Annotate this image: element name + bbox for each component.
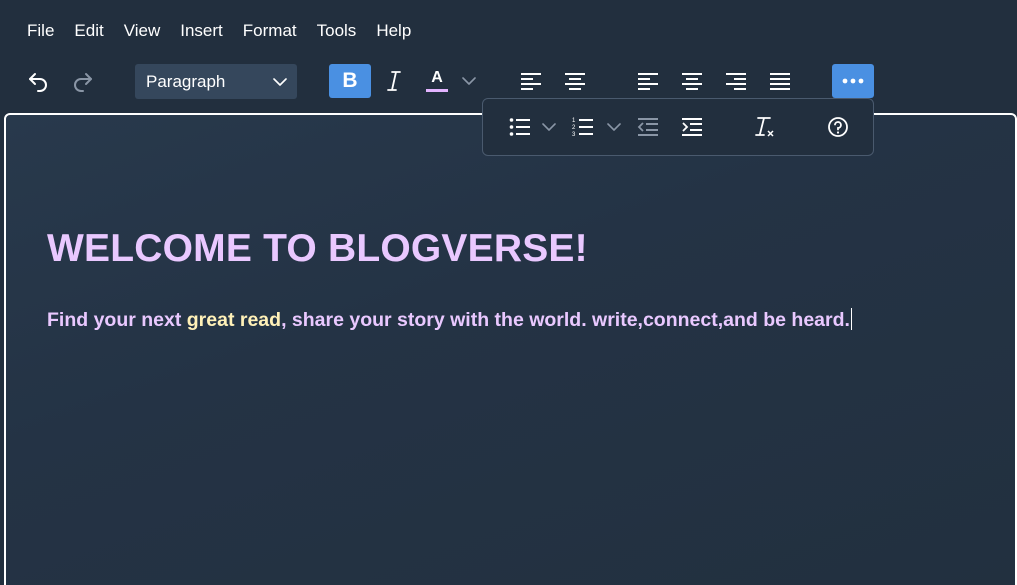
text-color-letter: A: [431, 69, 443, 86]
align-right-button[interactable]: [717, 64, 755, 98]
help-button[interactable]: [819, 110, 857, 144]
align-center-button[interactable]: [556, 64, 594, 98]
indent-icon: [682, 118, 702, 136]
redo-button[interactable]: [64, 64, 102, 98]
align-right-icon: [726, 73, 746, 90]
align-center-icon: [565, 73, 585, 90]
align-justify-icon: [770, 73, 790, 90]
block-format-select[interactable]: Paragraph: [135, 64, 297, 99]
menu-file[interactable]: File: [17, 17, 64, 45]
align-left-icon: [521, 73, 541, 90]
bullet-list-icon: [509, 118, 530, 136]
clear-formatting-icon: [755, 117, 774, 137]
align-left-icon: [638, 73, 658, 90]
text-color-dropdown[interactable]: [460, 64, 478, 98]
align-center-icon: [682, 73, 702, 90]
undo-button[interactable]: [19, 64, 57, 98]
numbered-list-button[interactable]: 1 2 3: [564, 110, 602, 144]
bold-icon: B: [342, 69, 358, 92]
redo-icon: [74, 73, 92, 92]
editor-app: File Edit View Insert Format Tools Help …: [0, 0, 1017, 585]
numbered-list-dropdown[interactable]: [605, 110, 623, 144]
clear-formatting-button[interactable]: [745, 110, 783, 144]
text-color-icon: A: [426, 70, 448, 92]
editor-content[interactable]: WELCOME TO BLOGVERSE! Find your next gre…: [4, 113, 1017, 585]
block-format-value: Paragraph: [146, 71, 226, 91]
content-paragraph: Find your next great read, share your st…: [47, 308, 852, 332]
numbered-list-icon: 1 2 3: [572, 118, 593, 138]
ellipsis-icon: [842, 78, 864, 84]
menu-tools[interactable]: Tools: [307, 17, 367, 45]
more-button[interactable]: [832, 64, 874, 98]
italic-icon: [387, 71, 401, 91]
menubar: File Edit View Insert Format Tools Help: [17, 14, 421, 48]
align-left-button-2[interactable]: [629, 64, 667, 98]
text-caret: [850, 308, 852, 330]
svg-text:1: 1: [572, 118, 576, 124]
text-color-button[interactable]: A: [418, 64, 456, 98]
indent-button[interactable]: [673, 110, 711, 144]
chevron-down-icon: [542, 123, 556, 131]
menu-view[interactable]: View: [114, 17, 171, 45]
chevron-down-icon: [462, 77, 476, 85]
menu-insert[interactable]: Insert: [170, 17, 233, 45]
toolbar: Paragraph B A: [0, 62, 1017, 102]
chevron-down-icon: [273, 77, 287, 86]
bullet-list-dropdown[interactable]: [540, 110, 558, 144]
content-heading: WELCOME TO BLOGVERSE!: [47, 227, 588, 270]
highlighted-text: great read: [186, 309, 282, 331]
menu-format[interactable]: Format: [233, 17, 307, 45]
svg-text:3: 3: [572, 132, 576, 138]
align-justify-button[interactable]: [761, 64, 799, 98]
svg-text:2: 2: [572, 125, 576, 131]
text-color-swatch: [426, 89, 448, 92]
bold-button[interactable]: B: [329, 64, 371, 98]
menu-edit[interactable]: Edit: [64, 17, 113, 45]
menu-help[interactable]: Help: [366, 17, 421, 45]
paragraph-text-start: Find your next: [47, 309, 187, 331]
italic-button[interactable]: [375, 64, 413, 98]
chevron-down-icon: [607, 123, 621, 131]
undo-icon: [29, 73, 47, 92]
outdent-button[interactable]: [629, 110, 667, 144]
align-center-button-2[interactable]: [673, 64, 711, 98]
align-left-button[interactable]: [512, 64, 550, 98]
help-icon: [828, 117, 848, 137]
outdent-icon: [637, 118, 658, 136]
paragraph-text-end: , share your story with the world. write…: [281, 309, 850, 331]
bullet-list-button[interactable]: [501, 110, 539, 144]
toolbar-overflow-popup: 1 2 3: [482, 98, 874, 156]
